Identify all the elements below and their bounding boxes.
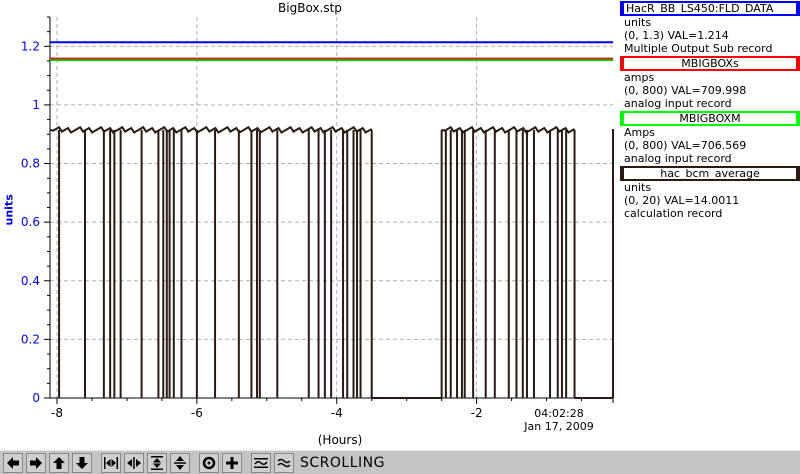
scrolling-mode-label: SCROLLING [300, 454, 385, 471]
legend-units: Amps [624, 126, 655, 139]
zoom-out-horizontal-icon[interactable] [124, 452, 144, 473]
legend-bar[interactable]: HacR_BB_LS450:FLD_DATA [620, 1, 800, 16]
zoom-in-horizontal-icon[interactable] [101, 452, 121, 473]
arrow-left-icon[interactable] [3, 452, 23, 473]
x-tick-label: -8 [51, 406, 63, 420]
y-tick-label: 1 [32, 98, 40, 112]
arrow-down-icon[interactable] [72, 452, 92, 473]
end-time-label: 04:02:28 Jan 17, 2009 [500, 407, 618, 433]
x-tick-label: -4 [331, 406, 343, 420]
legend-item-bcm-average[interactable]: hac_bcm_average units (0, 20) VAL=14.001… [620, 166, 800, 220]
legend-record: analog input record [624, 152, 732, 165]
legend-item-mbigboxs[interactable]: MBIGBOXs amps (0, 800) VAL=709.998 analo… [620, 56, 800, 110]
legend-bar[interactable]: MBIGBOXM [620, 111, 800, 126]
zoom-out-vertical-icon[interactable] [170, 452, 190, 473]
plot-area[interactable]: 0 0.2 0.4 0.6 0.8 1 1.2 -8 -6 -4 -2 [0, 0, 620, 450]
legend-record: analog input record [624, 97, 732, 110]
legend-record: Multiple Output Sub record [624, 42, 773, 55]
legend-range: (0, 1.3) VAL=1.214 [624, 29, 729, 42]
legend-range: (0, 800) VAL=709.998 [624, 84, 747, 97]
legend-units: units [624, 16, 652, 29]
bcm-average-line [49, 125, 373, 134]
end-date: Jan 17, 2009 [524, 420, 594, 433]
y-tick-label: 1.2 [21, 39, 40, 53]
arrow-right-icon[interactable] [26, 452, 46, 473]
end-time: 04:02:28 [534, 407, 584, 420]
x-axis-label: (Hours) [317, 433, 363, 447]
y-tick-label: 0.2 [21, 332, 40, 346]
legend-item-mbigboxm[interactable]: MBIGBOXM Amps (0, 800) VAL=706.569 analo… [620, 111, 800, 165]
zoom-in-vertical-icon[interactable] [147, 452, 167, 473]
x-tick-label: -6 [191, 406, 203, 420]
y-tick-label: 0.6 [21, 215, 40, 229]
legend-units: units [624, 181, 652, 194]
pan-icon[interactable] [274, 452, 294, 473]
y-tick-label: 0.4 [21, 274, 40, 288]
legend-record: calculation record [624, 207, 723, 220]
legend-bar[interactable]: hac_bcm_average [620, 166, 800, 181]
y-tick-label: 0 [32, 391, 40, 405]
arrow-up-icon[interactable] [49, 452, 69, 473]
plot-title: BigBox.stp [278, 1, 342, 15]
autoscale-icon[interactable] [251, 452, 271, 473]
crosshair-icon[interactable] [222, 452, 242, 473]
cursor-icon[interactable] [199, 452, 219, 473]
legend-units: amps [624, 71, 655, 84]
plot-series [49, 41, 614, 399]
legend-range: (0, 20) VAL=14.0011 [624, 194, 740, 207]
legend-bar[interactable]: MBIGBOXs [620, 56, 800, 71]
legend-panel: HacR_BB_LS450:FLD_DATA units (0, 1.3) VA… [620, 0, 800, 450]
x-tick-label: -2 [471, 406, 483, 420]
toolbar: SCROLLING [0, 450, 800, 474]
y-axis-label: units [2, 194, 16, 226]
legend-item-fld-data[interactable]: HacR_BB_LS450:FLD_DATA units (0, 1.3) VA… [620, 1, 800, 55]
legend-range: (0, 800) VAL=706.569 [624, 139, 747, 152]
y-tick-label: 0.8 [21, 157, 40, 171]
